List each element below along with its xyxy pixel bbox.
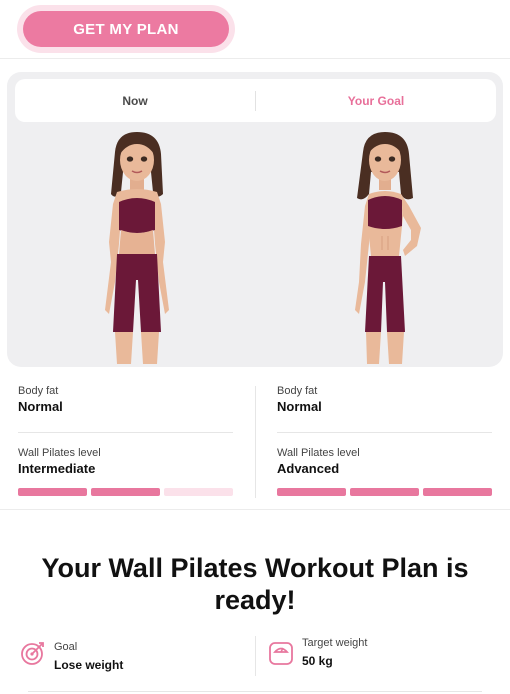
body-fat-label: Body fat bbox=[277, 385, 318, 397]
stats-comparison: Body fat Normal Wall Pilates level Inter… bbox=[0, 378, 510, 510]
level-bar bbox=[91, 488, 160, 496]
level-bars-now bbox=[18, 488, 233, 496]
tab-your-goal[interactable]: Your Goal bbox=[256, 94, 496, 108]
tab-now[interactable]: Now bbox=[15, 94, 255, 108]
figure-now-avatar bbox=[77, 132, 197, 364]
cta-halo: GET MY PLAN bbox=[17, 5, 235, 53]
plan-ready-heading: Your Wall Pilates Workout Plan is ready! bbox=[41, 553, 469, 615]
column-divider bbox=[255, 386, 256, 498]
bottom-divider bbox=[28, 691, 482, 692]
body-fat-now: Body fat Normal bbox=[18, 384, 63, 416]
level-bar bbox=[350, 488, 419, 496]
divider bbox=[277, 432, 492, 433]
body-fat-value: Normal bbox=[18, 399, 63, 414]
avatar-now-illustration bbox=[105, 132, 169, 364]
pilates-level-value: Advanced bbox=[277, 461, 340, 476]
divider bbox=[18, 432, 233, 433]
top-bar: GET MY PLAN bbox=[0, 0, 510, 59]
level-bar bbox=[18, 488, 87, 496]
level-bar bbox=[277, 488, 346, 496]
target-icon bbox=[20, 640, 46, 666]
pilates-level-label: Wall Pilates level bbox=[18, 447, 101, 459]
get-my-plan-button[interactable]: GET MY PLAN bbox=[23, 11, 229, 47]
goal-label: Goal bbox=[54, 641, 78, 653]
pilates-level-goal: Wall Pilates level Advanced bbox=[277, 446, 360, 478]
goals-summary: Goal Lose weight Target weight 50 kg bbox=[0, 630, 510, 694]
pilates-level-label: Wall Pilates level bbox=[277, 447, 360, 459]
avatar-goal-illustration bbox=[355, 132, 421, 364]
column-divider bbox=[255, 636, 256, 676]
target-weight-value: 50 kg bbox=[302, 654, 333, 668]
body-fat-value: Normal bbox=[277, 399, 322, 414]
pilates-level-value: Intermediate bbox=[18, 461, 96, 476]
scale-icon bbox=[268, 640, 294, 666]
goal-value: Lose weight bbox=[54, 658, 124, 672]
body-fat-goal: Body fat Normal bbox=[277, 384, 322, 416]
comparison-card: Now Your Goal bbox=[7, 72, 503, 367]
body-fat-label: Body fat bbox=[18, 385, 59, 397]
level-bar bbox=[164, 488, 233, 496]
comparison-tabs: Now Your Goal bbox=[15, 79, 496, 122]
target-weight-item: Target weight 50 kg bbox=[268, 630, 367, 670]
level-bar bbox=[423, 488, 492, 496]
figure-goal-avatar bbox=[325, 132, 445, 364]
target-weight-label: Target weight bbox=[302, 637, 368, 649]
goal-item: Goal Lose weight bbox=[20, 630, 123, 674]
level-bars-goal bbox=[277, 488, 492, 496]
pilates-level-now: Wall Pilates level Intermediate bbox=[18, 446, 101, 478]
